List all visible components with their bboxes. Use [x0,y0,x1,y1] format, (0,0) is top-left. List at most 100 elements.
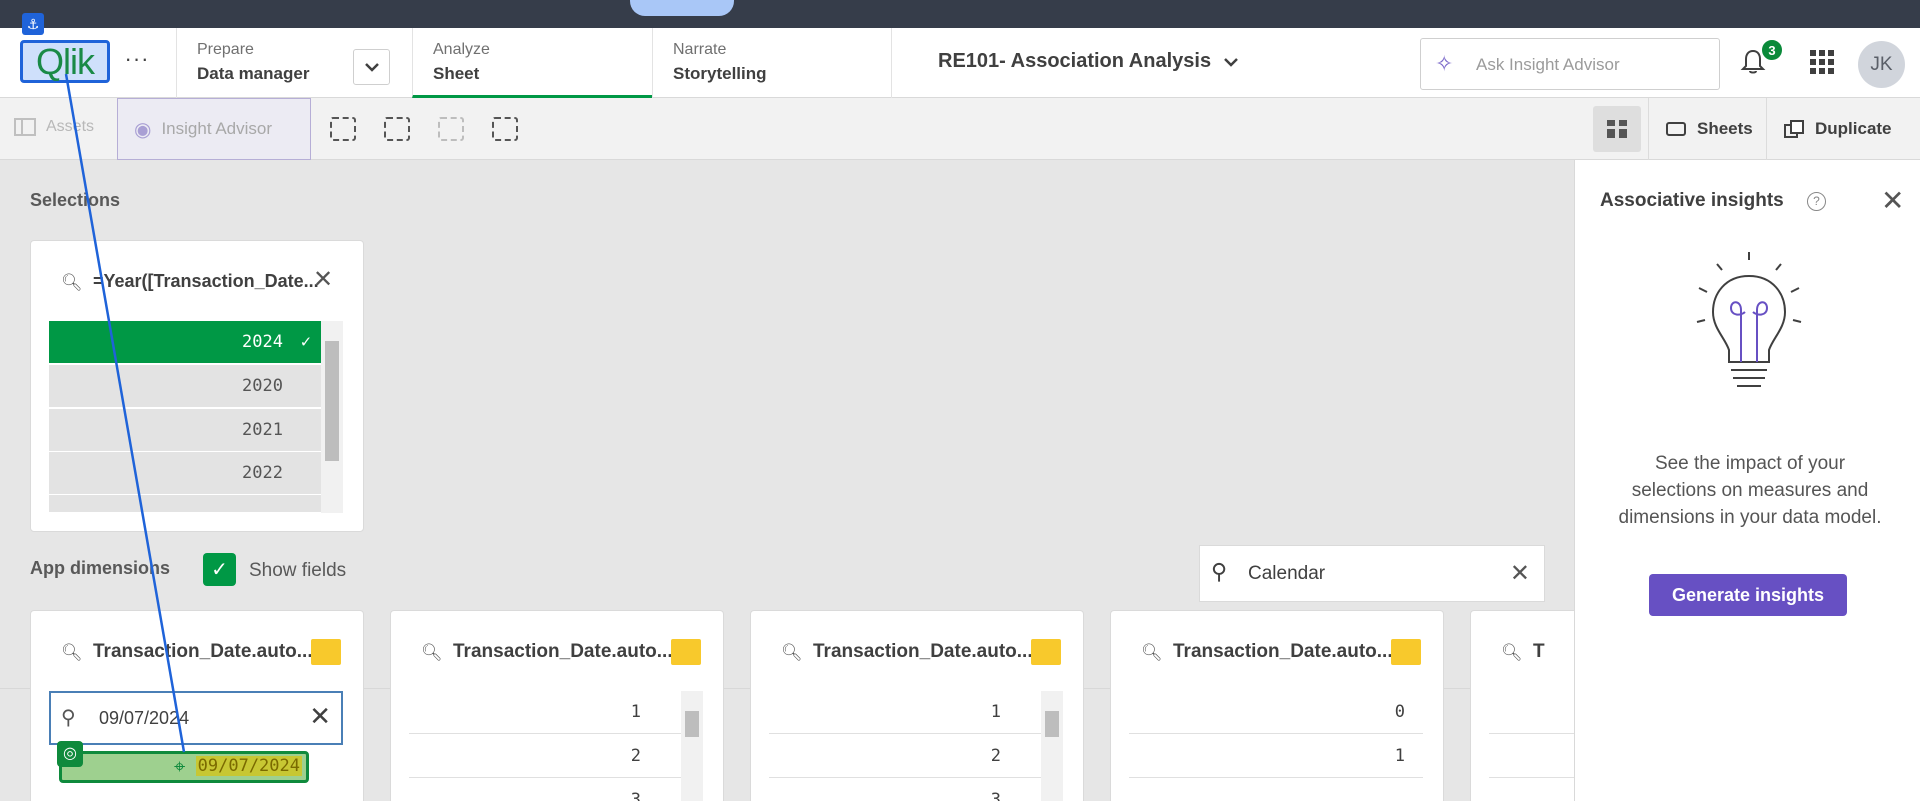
list-item[interactable] [1489,735,1574,778]
list-item[interactable]: 1 [769,691,1041,734]
clear-icon[interactable]: ✕ [1510,559,1530,588]
close-icon[interactable]: ✕ [1881,184,1904,217]
search-icon: 🔍︎ [1141,643,1163,662]
avatar[interactable]: JK [1858,41,1905,88]
list-item[interactable]: 2024 ✓ [49,321,321,364]
notifications-button[interactable]: 3 [1740,38,1784,78]
associative-insights-panel: Associative insights ? ✕ See the impact … [1574,160,1920,801]
selection-card[interactable]: 🔍︎ =Year([Transaction_Date... ✕ 2024 ✓ 2… [30,240,364,532]
more-menu-icon[interactable]: ··· [122,48,152,78]
list-item[interactable]: 2022 [49,452,321,495]
show-fields-checkbox[interactable]: ✓ [203,553,236,586]
dimension-search-input[interactable]: ⚲ Calendar ✕ [1199,545,1545,602]
lightbulb-icon [1696,252,1802,387]
main-area: Selections 🔍︎ =Year([Transaction_Date...… [0,160,1574,801]
panel-icon [14,118,36,136]
list-item[interactable] [49,495,321,513]
dimension-card-title: Transaction_Date.auto... [813,641,1033,662]
dimension-card[interactable]: 🔍︎ Transaction_Date.auto... 0 1 [1110,610,1444,801]
listbox-search-input[interactable]: ⚲ 09/07/2024 ✕ [49,691,343,745]
search-selection-icon[interactable] [330,117,356,141]
eye-icon: ◉ [134,118,152,141]
app-dimensions-title: App dimensions [30,558,171,578]
dimension-card-title: Transaction_Date.auto... [1173,641,1393,662]
duplicate-button[interactable]: Duplicate [1766,98,1920,160]
panel-description: See the impact of your selections on mea… [1618,453,1882,528]
search-icon: 🔍︎ [61,643,83,662]
app-header: Qlik ··· Prepare Data manager Analyze Sh… [0,28,1920,98]
anchor-icon[interactable]: ⚓ [22,13,44,35]
selections-title: Selections [30,190,121,210]
crosshair-icon: ⌖ [174,756,186,778]
tab-narrate[interactable]: Narrate Storytelling [652,28,892,98]
dimension-card-title: T [1533,641,1545,662]
scrollbar[interactable] [681,691,703,801]
list-item[interactable]: 2020 [49,365,321,408]
dimension-card-title: Transaction_Date.auto... [453,641,673,662]
tab-narrate-label: Storytelling [673,64,767,83]
master-item-icon [311,639,341,665]
dimension-card-title: Transaction_Date.auto... [93,641,313,662]
list-item[interactable]: 3 [409,779,681,801]
search-icon: 🔍︎ [61,273,83,292]
list-item[interactable]: 3 [769,779,1041,801]
check-icon: ✓ [300,332,311,352]
list-item[interactable]: 2 [769,735,1041,778]
chevron-down-icon [1224,57,1238,67]
top-pill[interactable] [630,0,734,16]
search-result-item[interactable]: ⌖ 09/07/2024 [59,751,309,783]
insight-advisor-button[interactable]: ◉ Insight Advisor [117,98,311,160]
dimension-card-clip: 🔍︎ T [1470,610,1574,801]
tab-prepare-small: Prepare [197,41,254,58]
list-item[interactable]: 0 [1129,691,1423,734]
help-icon[interactable]: ? [1807,192,1826,211]
close-icon[interactable]: ✕ [309,701,331,732]
search-icon: 🔍︎ [781,643,803,662]
assets-button[interactable]: Assets [14,118,94,136]
tab-analyze-small: Analyze [433,41,490,58]
dimension-card[interactable]: 🔍︎ Transaction_Date.auto... 1 2 3 [390,610,724,801]
chevron-down-icon[interactable] [353,49,390,85]
sparkle-icon: ✧ [1435,51,1454,76]
target-icon: ◎ [57,741,83,767]
tab-analyze[interactable]: Analyze Sheet [412,28,652,98]
step-back-icon[interactable] [384,117,410,141]
assets-label: Assets [46,118,95,135]
tab-prepare[interactable]: Prepare Data manager [176,28,412,98]
search-icon: 🔍︎ [421,643,443,662]
duplicate-label: Duplicate [1815,119,1892,138]
generate-insights-button[interactable]: Generate insights [1649,574,1847,616]
close-icon[interactable]: ✕ [313,265,333,294]
dimension-card[interactable]: 🔍︎ Transaction_Date.auto... 1 2 3 [750,610,1084,801]
apps-grid-icon[interactable] [1810,50,1834,74]
top-strip [0,0,1920,28]
dimension-card[interactable]: 🔍︎ T [1470,610,1574,801]
qlik-logo[interactable]: Qlik [20,40,110,83]
clear-selections-icon[interactable] [492,117,518,141]
sheets-icon [1666,122,1686,136]
list-item[interactable]: 2021 [49,409,321,452]
step-forward-icon[interactable] [438,117,464,141]
sheets-button[interactable]: Sheets [1648,98,1766,160]
list-item[interactable] [1489,691,1574,734]
master-item-icon [1391,639,1421,665]
search-icon: 🔍︎ [1501,643,1523,662]
app-name: RE101- Association Analysis [938,50,1212,72]
listbox-search-value: 09/07/2024 [99,708,190,728]
list-item[interactable]: 1 [409,691,681,734]
selection-card-title: =Year([Transaction_Date... [93,271,319,291]
list-item[interactable]: 1 [1129,735,1423,778]
ask-insight-advisor-input[interactable]: ✧ Ask Insight Advisor [1420,38,1720,90]
list-item[interactable]: 2 [409,735,681,778]
tab-narrate-small: Narrate [673,41,727,58]
duplicate-icon [1784,120,1804,138]
dimension-card[interactable]: 🔍︎ Transaction_Date.auto... ⚲ 09/07/2024… [30,610,364,801]
app-name-dropdown[interactable]: RE101- Association Analysis [938,50,1239,73]
scrollbar[interactable] [321,321,343,513]
master-item-icon [1031,639,1061,665]
grid-view-icon[interactable] [1593,106,1641,152]
scrollbar[interactable] [1041,691,1063,801]
dimension-search-value: Calendar [1248,563,1326,584]
panel-title: Associative insights [1600,190,1784,211]
show-fields-label: Show fields [249,560,347,581]
